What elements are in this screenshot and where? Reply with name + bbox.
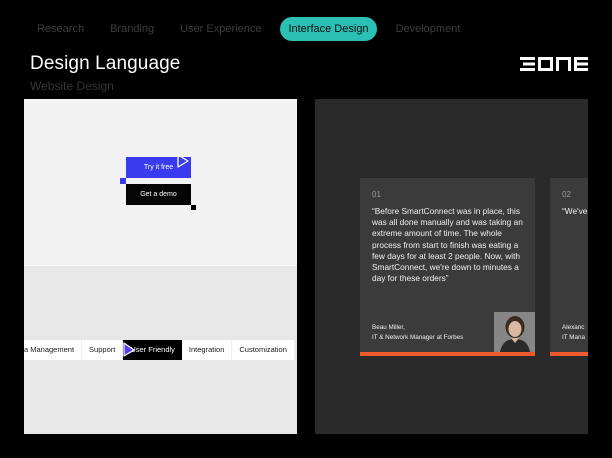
author-title: IT Mana [562,333,585,341]
tab-integration[interactable]: Integration [182,340,233,360]
feature-tabs: a Management Support User Friendly Integ… [24,340,295,360]
author-name: Alexanc [562,324,585,331]
testimonial-quote: “Before SmartConnect was in place, this … [372,206,523,284]
testimonial-card[interactable]: 01 “Before SmartConnect was in place, th… [360,178,535,356]
tab-customization[interactable]: Customization [232,340,295,360]
author-title: IT & Network Manager at Forbes [372,333,464,341]
portfolio-page: Research Branding User Experience Interf… [0,0,612,458]
card-accent-bar [550,352,588,356]
category-nav: Research Branding User Experience Interf… [24,17,473,41]
nav-tab-research[interactable]: Research [24,17,97,41]
nav-tab-development[interactable]: Development [383,17,474,41]
testimonial-author: Alexanc IT Mana [562,323,585,342]
page-subtitle: Website Design [30,79,114,93]
author-name: Beau Miller, [372,324,405,331]
card-number: 01 [372,190,381,199]
ui-mockup-light: Try it free Get a demo a Management Supp… [24,99,297,434]
testimonial-card[interactable]: 02 “We've with S forgot Smart functi are… [550,178,588,356]
page-title: Design Language [30,53,181,74]
cursor-arrow-icon [177,154,189,168]
card-number: 02 [562,190,571,199]
ui-mockup-dark: 01 “Before SmartConnect was in place, th… [315,99,588,434]
avatar [494,312,535,352]
nav-tab-interface-design[interactable]: Interface Design [280,17,377,41]
tab-support[interactable]: Support [82,340,124,360]
get-a-demo-button[interactable]: Get a demo [126,184,191,205]
tab-management[interactable]: a Management [24,340,83,360]
selection-handle [191,205,196,210]
testimonial-author: Beau Miller, IT & Network Manager at For… [372,323,463,342]
cursor-arrow-icon [123,342,135,357]
eone-logo [520,57,588,71]
testimonial-quote: “We've with S forgot Smart functi are fo [562,206,588,216]
nav-tab-branding[interactable]: Branding [97,17,167,41]
mockup-upper-area [24,99,297,265]
card-accent-bar [360,352,535,356]
nav-tab-user-experience[interactable]: User Experience [167,17,274,41]
